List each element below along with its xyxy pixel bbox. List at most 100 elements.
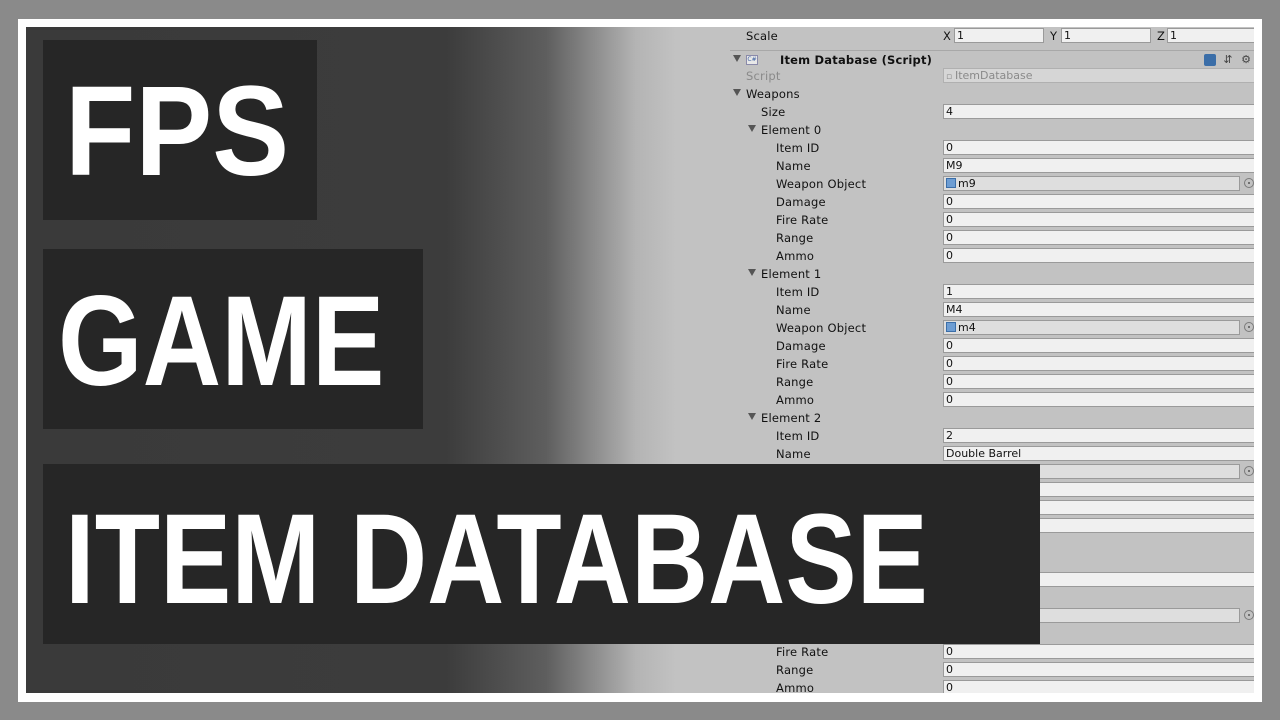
element-0-ammo-row: Ammo 0 [730, 247, 1254, 265]
object-picker-icon[interactable] [1244, 610, 1254, 620]
scale-y-field[interactable]: 1 [1061, 28, 1151, 43]
element-0-triangle-icon[interactable] [748, 125, 756, 132]
weapon-object-field[interactable]: m4 [943, 320, 1240, 335]
range-field[interactable]: 0 [943, 662, 1254, 677]
weapons-triangle-icon[interactable] [733, 89, 741, 96]
element-2-label: Element 2 [761, 411, 822, 425]
object-picker-icon[interactable] [1244, 322, 1254, 332]
item-id-field[interactable]: 1 [943, 284, 1254, 299]
damage-label: Damage [776, 339, 826, 353]
range-field[interactable]: 0 [943, 374, 1254, 389]
scale-label: Scale [746, 29, 778, 43]
fire-rate-label: Fire Rate [776, 357, 829, 371]
element-2-triangle-icon[interactable] [748, 413, 756, 420]
scale-z-label: Z [1157, 29, 1165, 43]
prefab-cube-icon [946, 322, 956, 332]
ammo-field[interactable]: 0 [943, 392, 1254, 407]
name-label: Name [776, 159, 811, 173]
script-value: ItemDatabase [954, 69, 1033, 82]
thumbnail-screen: Scale X 1 Y 1 Z 1 C# Item Database (Scri… [26, 27, 1254, 693]
ammo-label: Ammo [776, 393, 815, 407]
fire-rate-field[interactable]: 0 [943, 212, 1254, 227]
element-0-item-id-row: Item ID 0 [730, 139, 1254, 157]
element-3-fire-rate-row: Fire Rate 0 [730, 643, 1254, 661]
object-picker-icon[interactable] [1244, 466, 1254, 476]
item-id-field[interactable]: 2 [943, 428, 1254, 443]
scale-z-field[interactable]: 1 [1167, 28, 1254, 43]
scale-row: Scale X 1 Y 1 Z 1 [730, 27, 1254, 45]
element-2-foldout[interactable]: Element 2 [730, 409, 1254, 427]
name-field[interactable]: M4 [943, 302, 1254, 317]
element-1-range-row: Range 0 [730, 373, 1254, 391]
element-1-item-id-row: Item ID 1 [730, 283, 1254, 301]
object-picker-icon[interactable] [1244, 178, 1254, 188]
collapse-triangle-icon[interactable] [733, 55, 741, 62]
name-field[interactable]: Double Barrel [943, 446, 1254, 461]
title-plate-fps: FPS [43, 40, 317, 220]
element-1-triangle-icon[interactable] [748, 269, 756, 276]
element-0-label: Element 0 [761, 123, 822, 137]
size-field[interactable]: 4 [943, 104, 1254, 119]
item-id-label: Item ID [776, 285, 820, 299]
element-1-damage-row: Damage 0 [730, 337, 1254, 355]
damage-label: Damage [776, 195, 826, 209]
damage-field[interactable]: 0 [943, 194, 1254, 209]
item-id-label: Item ID [776, 141, 820, 155]
title-plate-game: GAME [43, 249, 423, 429]
element-1-name-row: Name M4 [730, 301, 1254, 319]
preset-sliders-icon[interactable]: ⇵ [1222, 54, 1234, 66]
element-0-weapon-object-row: Weapon Object m9 [730, 175, 1254, 193]
size-label: Size [761, 105, 786, 119]
item-id-field[interactable]: 0 [943, 140, 1254, 155]
weapon-object-label: Weapon Object [776, 321, 867, 335]
ammo-label: Ammo [776, 681, 815, 693]
element-0-name-row: Name M9 [730, 157, 1254, 175]
component-header-icons: ⇵ ⚙ [1204, 54, 1252, 66]
settings-gear-icon[interactable]: ⚙ [1240, 54, 1252, 66]
damage-field[interactable]: 0 [943, 338, 1254, 353]
range-field[interactable]: 0 [943, 230, 1254, 245]
weapons-foldout[interactable]: Weapons [730, 85, 1254, 103]
fire-rate-label: Fire Rate [776, 213, 829, 227]
weapons-size-row: Size 4 [730, 103, 1254, 121]
fire-rate-field[interactable]: 0 [943, 644, 1254, 659]
weapon-object-field[interactable]: m9 [943, 176, 1240, 191]
element-0-range-row: Range 0 [730, 229, 1254, 247]
scale-y-label: Y [1050, 29, 1058, 43]
element-0-fire-rate-row: Fire Rate 0 [730, 211, 1254, 229]
name-label: Name [776, 447, 811, 461]
title-line-fps: FPS [65, 60, 290, 203]
weapon-object-value: m4 [958, 321, 976, 334]
element-2-name-row: Name Double Barrel [730, 445, 1254, 463]
prefab-cube-icon [946, 178, 956, 188]
element-1-foldout[interactable]: Element 1 [730, 265, 1254, 283]
range-label: Range [776, 231, 814, 245]
scale-x-label: X [943, 29, 951, 43]
title-line-game: GAME [58, 270, 385, 413]
fire-rate-label: Fire Rate [776, 645, 829, 659]
element-2-item-id-row: Item ID 2 [730, 427, 1254, 445]
element-0-damage-row: Damage 0 [730, 193, 1254, 211]
component-header[interactable]: C# Item Database (Script) ⇵ ⚙ [730, 50, 1254, 68]
script-row: Script ▫ ItemDatabase [730, 67, 1254, 85]
name-field[interactable]: M9 [943, 158, 1254, 173]
ammo-label: Ammo [776, 249, 815, 263]
ammo-field[interactable]: 0 [943, 680, 1254, 693]
weapon-object-label: Weapon Object [776, 177, 867, 191]
fire-rate-field[interactable]: 0 [943, 356, 1254, 371]
range-label: Range [776, 663, 814, 677]
csharp-script-icon: C# [746, 55, 758, 65]
name-label: Name [776, 303, 811, 317]
ammo-field[interactable]: 0 [943, 248, 1254, 263]
element-1-fire-rate-row: Fire Rate 0 [730, 355, 1254, 373]
script-field: ▫ ItemDatabase [943, 68, 1254, 83]
weapon-object-value: m9 [958, 177, 976, 190]
script-label: Script [746, 69, 781, 83]
help-book-icon[interactable] [1204, 54, 1216, 66]
element-0-foldout[interactable]: Element 0 [730, 121, 1254, 139]
element-1-label: Element 1 [761, 267, 822, 281]
element-3-range-row: Range 0 [730, 661, 1254, 679]
scale-x-field[interactable]: 1 [954, 28, 1044, 43]
title-plate-item-database: ITEM DATABASE [43, 464, 1040, 644]
element-3-ammo-row: Ammo 0 [730, 679, 1254, 693]
